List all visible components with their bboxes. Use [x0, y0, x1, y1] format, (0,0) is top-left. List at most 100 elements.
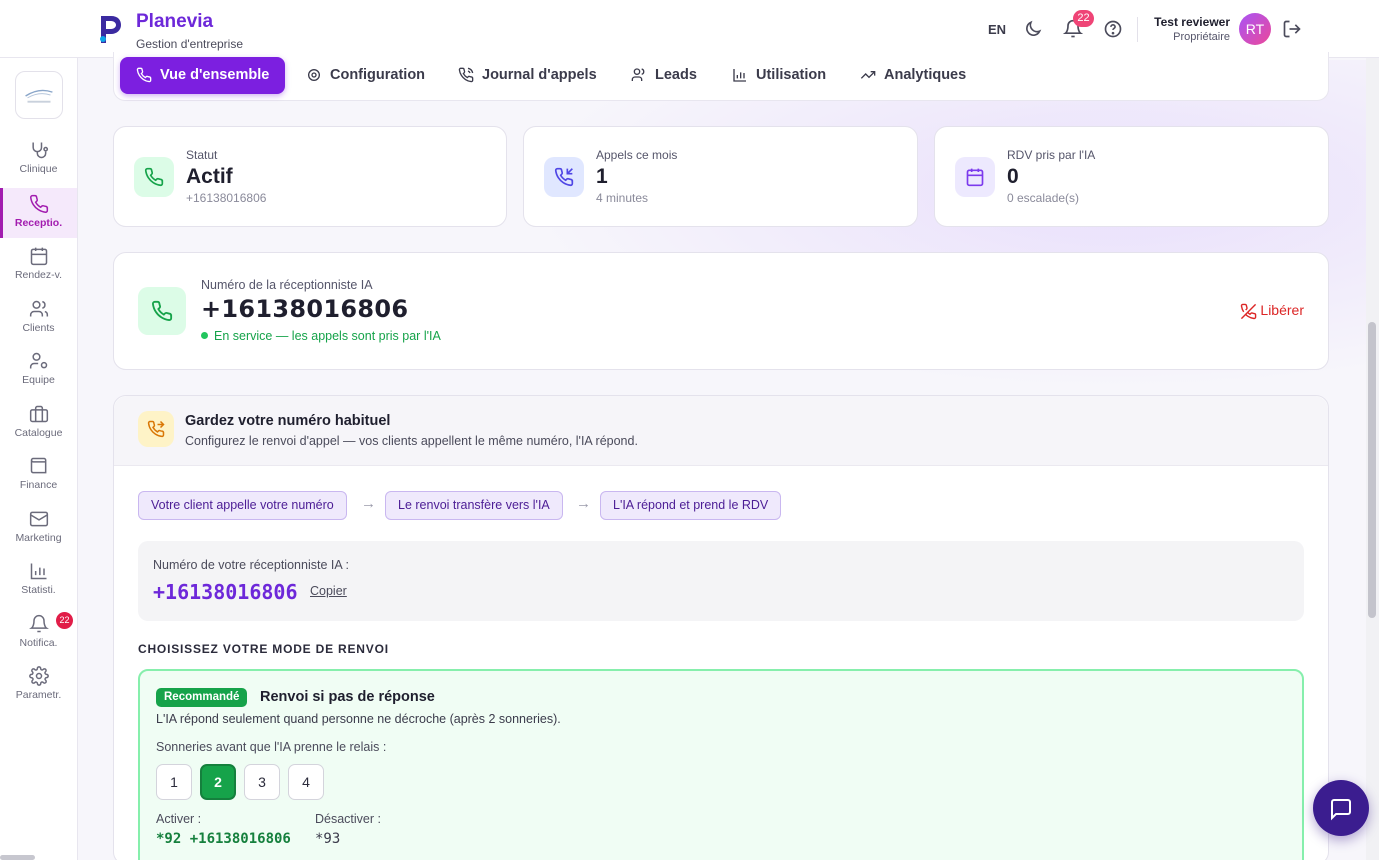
notification-badge: 22: [56, 612, 73, 629]
tab-configuration[interactable]: Configuration: [306, 57, 436, 94]
phone-icon: [136, 67, 152, 83]
bar-chart-icon: [30, 563, 46, 580]
sidebar-item-parametres[interactable]: Parametr.: [0, 660, 77, 710]
stat-sub: +16138016806: [186, 191, 267, 205]
mail-icon: [29, 511, 48, 527]
stat-icon-box: [134, 157, 174, 197]
ring-option-2[interactable]: 2: [200, 764, 236, 800]
phone-call-icon: [458, 67, 474, 83]
user-role: Propriétaire: [1173, 31, 1230, 43]
forward-icon-box: [138, 411, 174, 447]
users-icon: [631, 68, 645, 81]
app-name: Planevia: [136, 11, 214, 32]
option-title: Renvoi si pas de réponse: [260, 689, 435, 705]
sidebar-item-label: Notifica.: [19, 637, 58, 649]
sidebar-item-rendez-vous[interactable]: Rendez-v.: [0, 240, 77, 290]
stat-card-status: Statut Actif +16138016806: [113, 126, 507, 227]
forward-number-box: Numéro de votre réceptionniste IA : +161…: [138, 541, 1304, 621]
forwarding-subtitle: Configurez le renvoi d'appel — vos clien…: [185, 434, 638, 448]
chat-button[interactable]: [1313, 780, 1369, 836]
ring-option-4[interactable]: 4: [288, 764, 324, 800]
app-subtitle: Gestion d'entreprise: [136, 37, 244, 51]
help-icon[interactable]: [1103, 19, 1123, 39]
sidebar-item-label: Equipe: [22, 374, 55, 386]
ai-number-card: Numéro de la réceptionniste IA +16138016…: [113, 252, 1329, 370]
forwarding-title: Gardez votre numéro habituel: [185, 413, 391, 429]
deactivate-code: *93: [315, 831, 341, 847]
ring-option-1[interactable]: 1: [156, 764, 192, 800]
number-icon-box: [138, 287, 186, 335]
copy-button[interactable]: Copier: [310, 584, 347, 598]
stat-card-calls: Appels ce mois 1 4 minutes: [523, 126, 918, 227]
stat-label: Appels ce mois: [596, 148, 678, 162]
sidebar-item-finance[interactable]: Finance: [0, 450, 77, 500]
flow-arrow: →: [361, 495, 376, 512]
mode-section-title: CHOISISSEZ VOTRE MODE DE RENVOI: [138, 642, 389, 656]
flow-step-3: L'IA répond et prend le RDV: [600, 491, 782, 520]
forward-option-no-answer[interactable]: Recommandé Renvoi si pas de réponse L'IA…: [138, 669, 1304, 860]
ring-option-3[interactable]: 3: [244, 764, 280, 800]
top-bar: Planevia Gestion d'entreprise EN 22 Test…: [0, 0, 1379, 58]
sidebar-item-label: Receptio.: [14, 217, 63, 229]
bell-icon: [28, 614, 49, 633]
tab-usage[interactable]: Utilisation: [732, 57, 832, 94]
sidebar-item-equipe[interactable]: Equipe: [0, 345, 77, 395]
moon-icon[interactable]: [1023, 19, 1043, 39]
sidebar-item-reception[interactable]: Receptio.: [0, 188, 77, 238]
sidebar-scrollbar[interactable]: [0, 855, 35, 860]
phone-off-icon: [1241, 303, 1257, 320]
stat-sub: 0 escalade(s): [1007, 191, 1080, 205]
tab-label: Leads: [655, 67, 697, 83]
forwarding-card: Gardez votre numéro habituel Configurez …: [113, 395, 1329, 860]
stat-value: 0: [1007, 165, 1019, 188]
release-button[interactable]: Libérer: [1241, 302, 1304, 320]
stat-card-appointments: RDV pris par l'IA 0 0 escalade(s): [934, 126, 1329, 227]
page-scrollbar[interactable]: [1366, 58, 1379, 860]
sidebar: Clinique Receptio. Rendez-v. Clients Equ…: [0, 58, 78, 860]
phone-incoming-icon: [554, 167, 574, 187]
sidebar-item-label: Catalogue: [14, 427, 63, 439]
activate-label: Activer :: [156, 812, 202, 826]
deactivate-label: Désactiver :: [315, 812, 381, 826]
sidebar-item-label: Finance: [19, 479, 58, 491]
logout-icon[interactable]: [1282, 19, 1302, 39]
user-cog-icon: [29, 352, 47, 369]
sidebar-item-clients[interactable]: Clients: [0, 293, 77, 343]
planevia-logo[interactable]: [97, 13, 123, 45]
rings-label: Sonneries avant que l'IA prenne le relai…: [156, 740, 387, 754]
sidebar-item-statistiques[interactable]: Statisti.: [0, 555, 77, 605]
sidebar-item-clinique[interactable]: Clinique: [0, 134, 77, 184]
forwarding-header: Gardez votre numéro habituel Configurez …: [114, 396, 1328, 466]
user-name: Test reviewer: [1154, 15, 1230, 29]
tab-overview[interactable]: Vue d'ensemble: [120, 57, 285, 94]
tab-call-log[interactable]: Journal d'appels: [458, 57, 608, 94]
tab-bar: Vue d'ensemble Configuration Journal d'a…: [113, 52, 1329, 101]
scrollbar-thumb[interactable]: [1368, 322, 1376, 618]
briefcase-icon: [29, 405, 48, 423]
language-toggle[interactable]: EN: [988, 22, 1006, 37]
gear-icon: [308, 69, 320, 81]
flow-step-2: Le renvoi transfère vers l'IA: [385, 491, 563, 520]
sidebar-item-marketing[interactable]: Marketing: [0, 503, 77, 553]
business-logo-image: [25, 89, 53, 103]
tab-label: Analytiques: [884, 67, 967, 83]
phone-icon: [29, 194, 48, 213]
sidebar-item-catalogue[interactable]: Catalogue: [0, 398, 77, 448]
stat-sub: 4 minutes: [596, 191, 649, 205]
avatar[interactable]: RT: [1239, 13, 1271, 45]
tab-leads[interactable]: Leads: [631, 57, 706, 94]
stethoscope-icon: [31, 142, 48, 159]
wallet-icon: [30, 457, 46, 474]
tab-label: Journal d'appels: [482, 67, 597, 83]
stat-value: Actif: [186, 165, 233, 188]
stat-label: RDV pris par l'IA: [1007, 148, 1096, 162]
status-dot: [201, 332, 208, 340]
stat-label: Statut: [186, 148, 218, 162]
forward-number-label: Numéro de votre réceptionniste IA :: [153, 558, 349, 572]
tab-label: Utilisation: [756, 67, 827, 83]
tab-analytics[interactable]: Analytiques: [860, 57, 970, 94]
stat-value: 1: [596, 165, 608, 188]
calendar-icon: [30, 247, 47, 266]
service-status: En service — les appels sont pris par l'…: [201, 329, 441, 343]
business-logo[interactable]: [15, 71, 63, 119]
